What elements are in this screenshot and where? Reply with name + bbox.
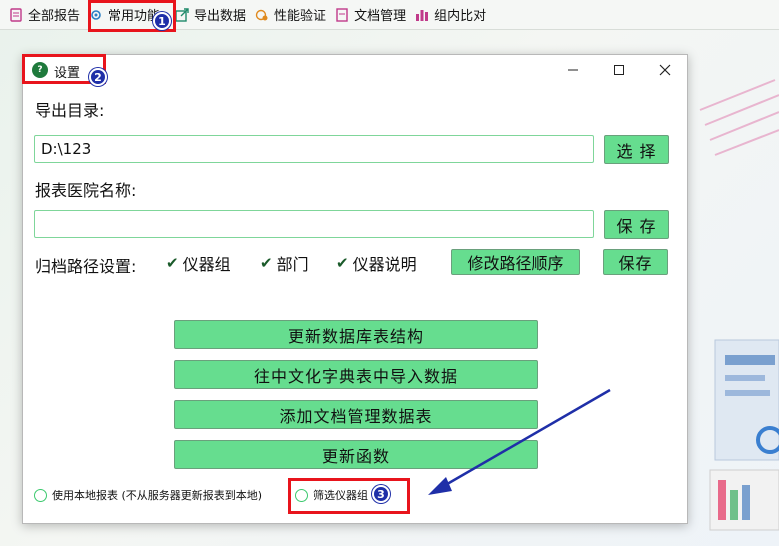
checkbox-label: 部门 (276, 255, 309, 274)
report-icon (8, 7, 24, 23)
checkbox-department[interactable]: ✔ 部门 (260, 251, 309, 275)
hospital-name-label: 报表医院名称: (35, 181, 137, 200)
toolbar-item-label: 全部报告 (28, 9, 81, 24)
step-badge-3: 3 (372, 485, 390, 503)
toolbar-item-label: 导出数据 (194, 9, 247, 24)
export-dir-input[interactable] (34, 135, 594, 163)
maximize-button[interactable] (596, 55, 642, 85)
export-dir-label: 导出目录: (35, 101, 105, 120)
close-button[interactable] (642, 55, 688, 85)
toolbar-item-label: 性能验证 (274, 9, 327, 24)
toolbar-item-document-management[interactable]: 文档管理 (330, 0, 410, 30)
checkbox-label: 仪器组 (182, 255, 231, 274)
toolbar-item-group-compare[interactable]: 组内比对 (410, 0, 490, 30)
minimize-icon (568, 69, 578, 71)
checkbox-instrument-group[interactable]: ✔ 仪器组 (166, 251, 231, 275)
checkmark-icon: ✔ (260, 254, 273, 272)
checkbox-instrument-desc[interactable]: ✔ 仪器说明 (336, 251, 417, 275)
radio-label: 使用本地报表 (不从服务器更新报表到本地) (52, 489, 263, 502)
radio-circle (34, 488, 47, 502)
select-dir-button[interactable]: 选 择 (604, 135, 669, 164)
minimize-button[interactable] (550, 55, 596, 85)
pointer-arrow (428, 388, 611, 495)
checkbox-label: 仪器说明 (352, 255, 417, 274)
toolbar-item-export-data[interactable]: 导出数据 (170, 0, 250, 30)
maximize-icon (614, 65, 624, 75)
export-icon (174, 7, 190, 23)
toolbar-item-label: 文档管理 (354, 9, 407, 24)
save-hospital-button[interactable]: 保 存 (604, 210, 669, 239)
radio-use-local-report[interactable]: 使用本地报表 (不从服务器更新报表到本地) (34, 487, 262, 503)
step-badge-2: 2 (89, 68, 107, 86)
toolbar-item-performance[interactable]: 性能验证 (250, 0, 330, 30)
close-icon (659, 64, 671, 76)
checkmark-icon: ✔ (166, 254, 179, 272)
modify-path-order-button[interactable]: 修改路径顺序 (451, 249, 580, 275)
archive-path-label: 归档路径设置: (35, 257, 137, 276)
toolbar-item-label: 组内比对 (434, 9, 487, 24)
update-db-schema-button[interactable]: 更新数据库表结构 (174, 320, 538, 349)
toolbar-item-all-reports[interactable]: 全部报告 (4, 0, 84, 30)
document-icon (334, 7, 350, 23)
hospital-name-input[interactable] (34, 210, 594, 238)
step-badge-1: 1 (153, 12, 171, 30)
highlight-box-3 (288, 478, 410, 514)
save-path-button[interactable]: 保存 (603, 249, 668, 275)
dialog-titlebar: ? 设置 (23, 55, 687, 85)
checkmark-icon: ✔ (336, 254, 349, 272)
bar-chart-icon (414, 7, 430, 23)
performance-icon (254, 7, 270, 23)
background-illustration (699, 79, 779, 531)
